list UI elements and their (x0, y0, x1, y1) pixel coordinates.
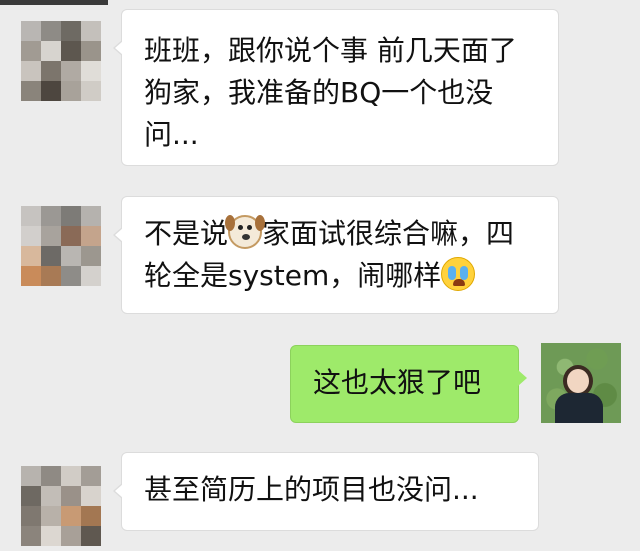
avatar[interactable] (21, 21, 101, 101)
avatar-body-shape (555, 393, 603, 423)
crying-face-icon (441, 257, 476, 291)
status-bar-fragment (0, 0, 108, 5)
message-text: 甚至简历上的项目也没问... (144, 473, 479, 506)
avatar[interactable] (21, 466, 101, 546)
avatar[interactable] (21, 206, 101, 286)
message-bubble-incoming[interactable]: 班班，跟你说个事 前几天面了狗家，我准备的BQ一个也没问... (113, 9, 559, 166)
message-bubble-incoming[interactable]: 甚至简历上的项目也没问... (113, 452, 539, 531)
user-avatar-photo[interactable] (541, 343, 621, 423)
message-bubble-incoming[interactable]: 不是说 家面试很综合嘛，四轮全是system，闹哪样 (113, 196, 559, 314)
message-text: 班班，跟你说个事 前几天面了狗家，我准备的BQ一个也没问... (144, 34, 517, 151)
message-text: 这也太狠了吧 (313, 366, 482, 399)
message-text-part: 不是说 (144, 217, 229, 250)
message-bubble-outgoing[interactable]: 这也太狠了吧 (290, 345, 527, 423)
dog-face-icon (225, 215, 266, 249)
